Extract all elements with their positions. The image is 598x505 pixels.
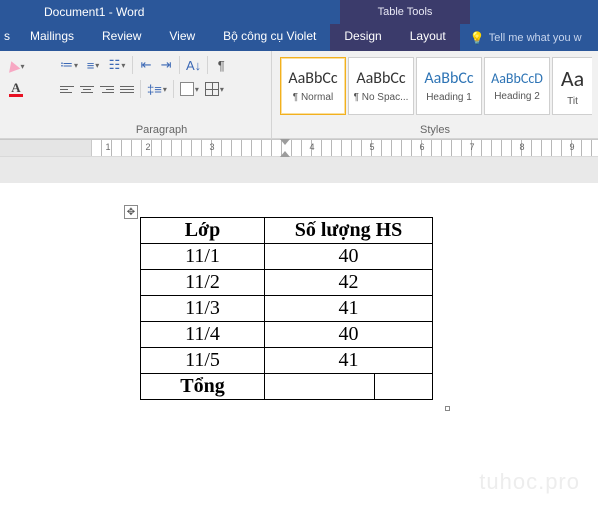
- tab-design[interactable]: Design: [330, 24, 395, 51]
- tab-truncated[interactable]: s: [0, 24, 16, 51]
- word-table[interactable]: Lớp Số lượng HS 11/1 40 11/2 42 11/3 41 …: [140, 217, 433, 400]
- tab-view[interactable]: View: [155, 24, 209, 51]
- table-cell[interactable]: [375, 374, 433, 400]
- page-gap: [0, 157, 598, 183]
- table-cell[interactable]: 40: [265, 322, 433, 348]
- eraser-icon: [6, 59, 21, 73]
- chevron-down-icon: ▾: [20, 62, 24, 71]
- table-row[interactable]: Lớp Số lượng HS: [141, 218, 433, 244]
- tab-review[interactable]: Review: [88, 24, 155, 51]
- watermark: tuhoc.pro: [479, 469, 580, 495]
- style-heading-1[interactable]: AaBbCc Heading 1: [416, 57, 482, 115]
- tell-me-search[interactable]: 💡 Tell me what you w: [460, 24, 582, 51]
- group-paragraph: ≔▾ ≡▾ ☷▾ ⇤ ⇥ A↓ ¶: [52, 51, 272, 138]
- show-paragraph-marks-button[interactable]: ¶: [212, 55, 230, 75]
- tell-me-placeholder: Tell me what you w: [489, 32, 582, 44]
- paint-bucket-icon: [180, 82, 194, 96]
- contextual-tab-label: Table Tools: [340, 0, 470, 24]
- shading-button[interactable]: ▾: [178, 79, 201, 99]
- tab-violet[interactable]: Bộ công cụ Violet: [209, 24, 330, 51]
- table-cell[interactable]: 42: [265, 270, 433, 296]
- font-color-button[interactable]: A: [6, 79, 26, 97]
- align-right-button[interactable]: [98, 79, 116, 99]
- styles-gallery[interactable]: AaBbCc ¶ Normal AaBbCc ¶ No Spac... AaBb…: [278, 55, 592, 115]
- table-cell[interactable]: 11/1: [141, 244, 265, 270]
- table-cell[interactable]: 41: [265, 348, 433, 374]
- decrease-indent-button[interactable]: ⇤: [137, 55, 155, 75]
- table-cell[interactable]: 11/5: [141, 348, 265, 374]
- group-styles: AaBbCc ¶ Normal AaBbCc ¶ No Spac... AaBb…: [272, 51, 598, 138]
- table-footer-cell[interactable]: Tổng: [141, 374, 265, 400]
- group-label-paragraph: Paragraph: [58, 124, 265, 138]
- justify-button[interactable]: [118, 79, 136, 99]
- ribbon-tabs: s Mailings Review View Bộ công cụ Violet…: [0, 24, 598, 51]
- group-label-styles: Styles: [278, 124, 592, 138]
- tab-mailings[interactable]: Mailings: [16, 24, 88, 51]
- align-left-button[interactable]: [58, 79, 76, 99]
- table-row[interactable]: 11/3 41: [141, 296, 433, 322]
- table-header-cell[interactable]: Số lượng HS: [265, 218, 433, 244]
- table-row[interactable]: 11/4 40: [141, 322, 433, 348]
- table-cell[interactable]: [265, 374, 375, 400]
- style-heading-2[interactable]: AaBbCcD Heading 2: [484, 57, 550, 115]
- multilevel-list-button[interactable]: ☷▾: [106, 55, 128, 75]
- lightbulb-icon: 💡: [470, 31, 485, 45]
- table-cell[interactable]: 40: [265, 244, 433, 270]
- table-header-cell[interactable]: Lớp: [141, 218, 265, 244]
- line-spacing-button[interactable]: ‡≡▾: [145, 79, 169, 99]
- numbering-button[interactable]: ≡▾: [82, 55, 104, 75]
- table-cell[interactable]: 11/2: [141, 270, 265, 296]
- clear-formatting-button[interactable]: ▾: [6, 57, 26, 75]
- window-title: Document1 - Word: [0, 5, 340, 19]
- column-marker[interactable]: [280, 139, 290, 157]
- tab-layout[interactable]: Layout: [396, 24, 460, 51]
- bullets-button[interactable]: ≔▾: [58, 55, 80, 75]
- ribbon: ▾ A ≔▾ ≡▾ ☷▾ ⇤ ⇥ A↓ ¶: [0, 51, 598, 139]
- table-row[interactable]: 11/1 40: [141, 244, 433, 270]
- table-row[interactable]: 11/5 41: [141, 348, 433, 374]
- table-move-handle[interactable]: ✥: [124, 205, 138, 219]
- style-no-spacing[interactable]: AaBbCc ¶ No Spac...: [348, 57, 414, 115]
- style-title[interactable]: Aa Tit: [552, 57, 592, 115]
- table-resize-handle[interactable]: [445, 406, 450, 411]
- table-cell[interactable]: 41: [265, 296, 433, 322]
- borders-icon: [205, 82, 219, 96]
- document-page[interactable]: ✥ Lớp Số lượng HS 11/1 40 11/2 42 11/3 4…: [0, 183, 598, 505]
- table-cell[interactable]: 11/3: [141, 296, 265, 322]
- table-cell[interactable]: 11/4: [141, 322, 265, 348]
- horizontal-ruler[interactable]: 1 2 3 4 5 6 7 8 9: [0, 139, 598, 157]
- sort-button[interactable]: A↓: [184, 55, 203, 75]
- style-normal[interactable]: AaBbCc ¶ Normal: [280, 57, 346, 115]
- table-row[interactable]: 11/2 42: [141, 270, 433, 296]
- align-center-button[interactable]: [78, 79, 96, 99]
- increase-indent-button[interactable]: ⇥: [157, 55, 175, 75]
- title-bar: Document1 - Word Table Tools: [0, 0, 598, 24]
- font-color-swatch: [9, 94, 23, 97]
- table-row[interactable]: Tổng: [141, 374, 433, 400]
- borders-button[interactable]: ▾: [203, 79, 226, 99]
